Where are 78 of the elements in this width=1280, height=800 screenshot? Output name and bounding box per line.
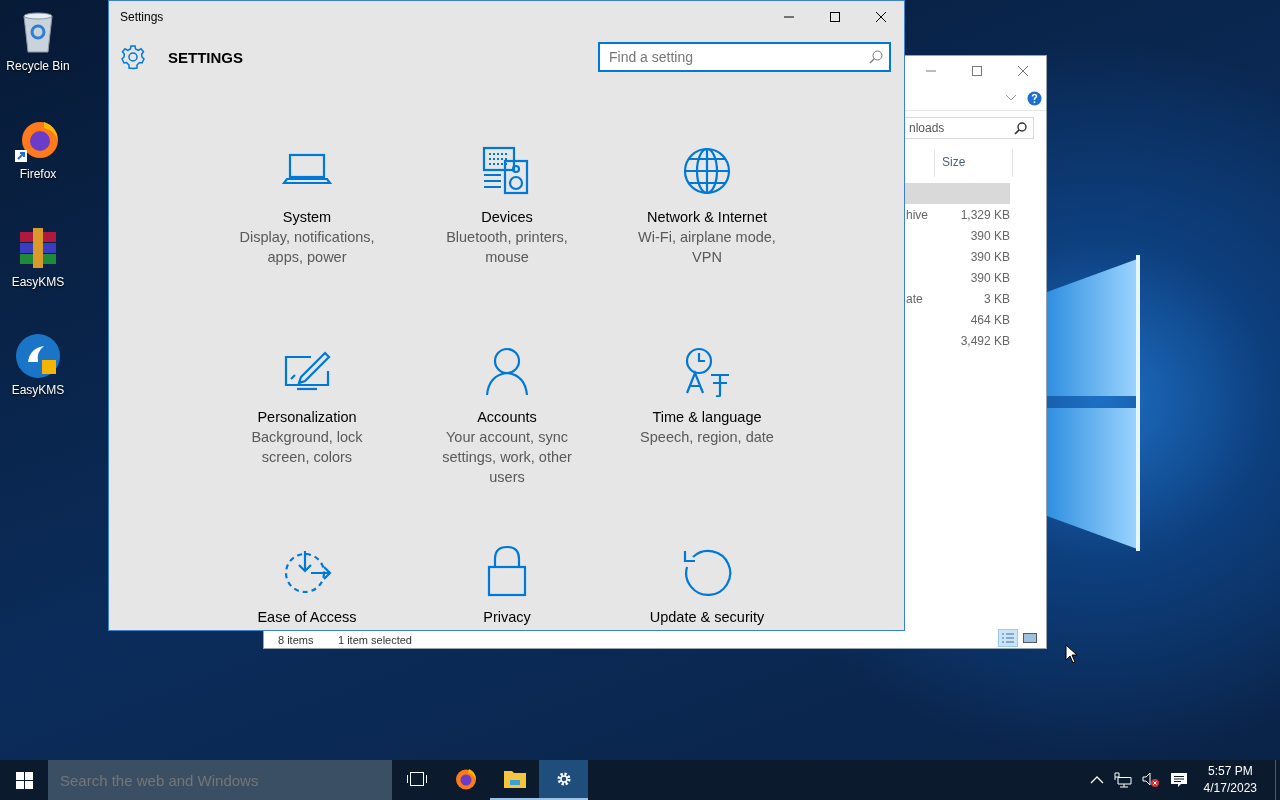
category-description: Wi-Fi, airplane mode, VPN bbox=[637, 228, 777, 267]
table-cell: hive bbox=[906, 207, 928, 222]
close-icon bbox=[1017, 65, 1029, 77]
mouse-pointer-icon bbox=[1065, 644, 1079, 664]
table-cell: 390 KB bbox=[970, 228, 1010, 243]
close-icon bbox=[875, 10, 887, 23]
settings-taskbar-button[interactable] bbox=[539, 760, 588, 800]
category-name: Ease of Access bbox=[257, 608, 357, 627]
file-row[interactable]: 390 KB bbox=[905, 246, 1010, 267]
category-name: Privacy bbox=[483, 608, 531, 627]
table-cell: 3,492 KB bbox=[960, 333, 1010, 348]
firefox-icon bbox=[453, 767, 478, 791]
picture-icon bbox=[1023, 632, 1037, 644]
task-view-icon bbox=[405, 771, 428, 787]
category-name: Personalization bbox=[257, 408, 357, 427]
status-text: 8 items bbox=[278, 634, 315, 647]
column-header[interactable]: Size bbox=[934, 149, 1013, 177]
settings-category[interactable]: Devices Bluetooth, printers, mouse bbox=[407, 145, 607, 345]
table-cell: 3 KB bbox=[984, 291, 1010, 306]
windows-logo-icon bbox=[15, 771, 33, 789]
category-name: Accounts bbox=[477, 408, 537, 427]
window-title: Settings bbox=[119, 9, 164, 24]
maximize-icon bbox=[971, 65, 983, 77]
taskbar-search-field[interactable]: Search the web and Windows bbox=[48, 760, 392, 800]
status-text: 1 item selected bbox=[338, 634, 412, 647]
gear-icon bbox=[120, 44, 146, 70]
table-cell: 390 KB bbox=[970, 249, 1010, 264]
settings-category[interactable]: Accounts Your account, sync settings, work, other users bbox=[407, 345, 607, 545]
category-name: Network & Internet bbox=[646, 208, 768, 227]
category-name: System bbox=[282, 208, 332, 227]
settings-category[interactable]: Ease of Access bbox=[207, 545, 407, 630]
file-row[interactable]: 390 KB bbox=[905, 225, 1010, 246]
desktop-icon-label[interactable]: Firefox bbox=[19, 167, 57, 181]
category-name: Devices bbox=[481, 208, 533, 227]
search-icon bbox=[1014, 121, 1027, 135]
list-icon bbox=[1001, 632, 1015, 644]
category-name: Update & security bbox=[649, 608, 765, 627]
file-row[interactable]: hive 1,329 KB bbox=[905, 204, 1010, 225]
table-cell: ate bbox=[906, 291, 923, 306]
network-icon[interactable] bbox=[1113, 772, 1132, 788]
table-cell: 464 KB bbox=[970, 312, 1010, 327]
category-description: Display, notifications, apps, power bbox=[238, 228, 376, 267]
file-row[interactable]: 390 KB bbox=[905, 267, 1010, 288]
desktop-icon-label[interactable]: EasyKMS bbox=[11, 383, 65, 397]
settings-category[interactable]: Network & Internet Wi-Fi, airplane mode, VPN bbox=[607, 145, 807, 345]
settings-category[interactable]: Privacy bbox=[407, 545, 607, 630]
desktop-icon-label[interactable]: Recycle Bin bbox=[6, 59, 70, 73]
table-cell: 1,329 KB bbox=[960, 207, 1010, 222]
search-field[interactable]: Find a setting bbox=[598, 42, 891, 72]
settings-category[interactable]: Time & language Speech, region, date bbox=[607, 345, 807, 545]
message-icon[interactable] bbox=[1169, 772, 1188, 788]
folder-icon bbox=[502, 769, 527, 789]
globe-icon bbox=[681, 145, 733, 197]
chevron-down-icon[interactable] bbox=[1005, 94, 1017, 102]
search-icon bbox=[869, 50, 883, 64]
category-description: Background, lock screen, colors bbox=[250, 428, 364, 467]
settings-category[interactable]: Personalization Background, lock screen, colors bbox=[207, 345, 407, 545]
chevron-up-icon[interactable] bbox=[1089, 775, 1104, 785]
table-cell: 390 KB bbox=[970, 270, 1010, 285]
file-row[interactable]: ate 3 KB bbox=[905, 288, 1010, 309]
help-icon[interactable] bbox=[1027, 90, 1042, 106]
settings-category[interactable]: Update & security bbox=[607, 545, 807, 630]
gear-icon bbox=[555, 771, 572, 787]
maximize-icon bbox=[829, 10, 841, 23]
muted-speaker-icon[interactable] bbox=[1141, 772, 1160, 788]
desktop-icon-label[interactable]: EasyKMS bbox=[11, 275, 65, 289]
category-description: Bluetooth, printers, mouse bbox=[445, 228, 569, 267]
clock-button[interactable]: 5:57 PM 4/17/2023 bbox=[1197, 763, 1265, 797]
page-heading: SETTINGS bbox=[168, 48, 243, 66]
clock-date: 4/17/2023 bbox=[1203, 780, 1257, 797]
search-field[interactable]: nloads bbox=[902, 117, 1034, 139]
file-row[interactable]: 464 KB bbox=[905, 309, 1010, 330]
settings-category[interactable]: System Display, notifications, apps, power bbox=[207, 145, 407, 345]
file-row[interactable]: 3,492 KB bbox=[905, 330, 1010, 351]
category-name: Time & language bbox=[652, 408, 762, 427]
category-description: Speech, region, date bbox=[639, 428, 775, 447]
category-description: Your account, sync settings, work, other users bbox=[441, 428, 573, 487]
clock-time: 5:57 PM bbox=[1207, 763, 1253, 780]
